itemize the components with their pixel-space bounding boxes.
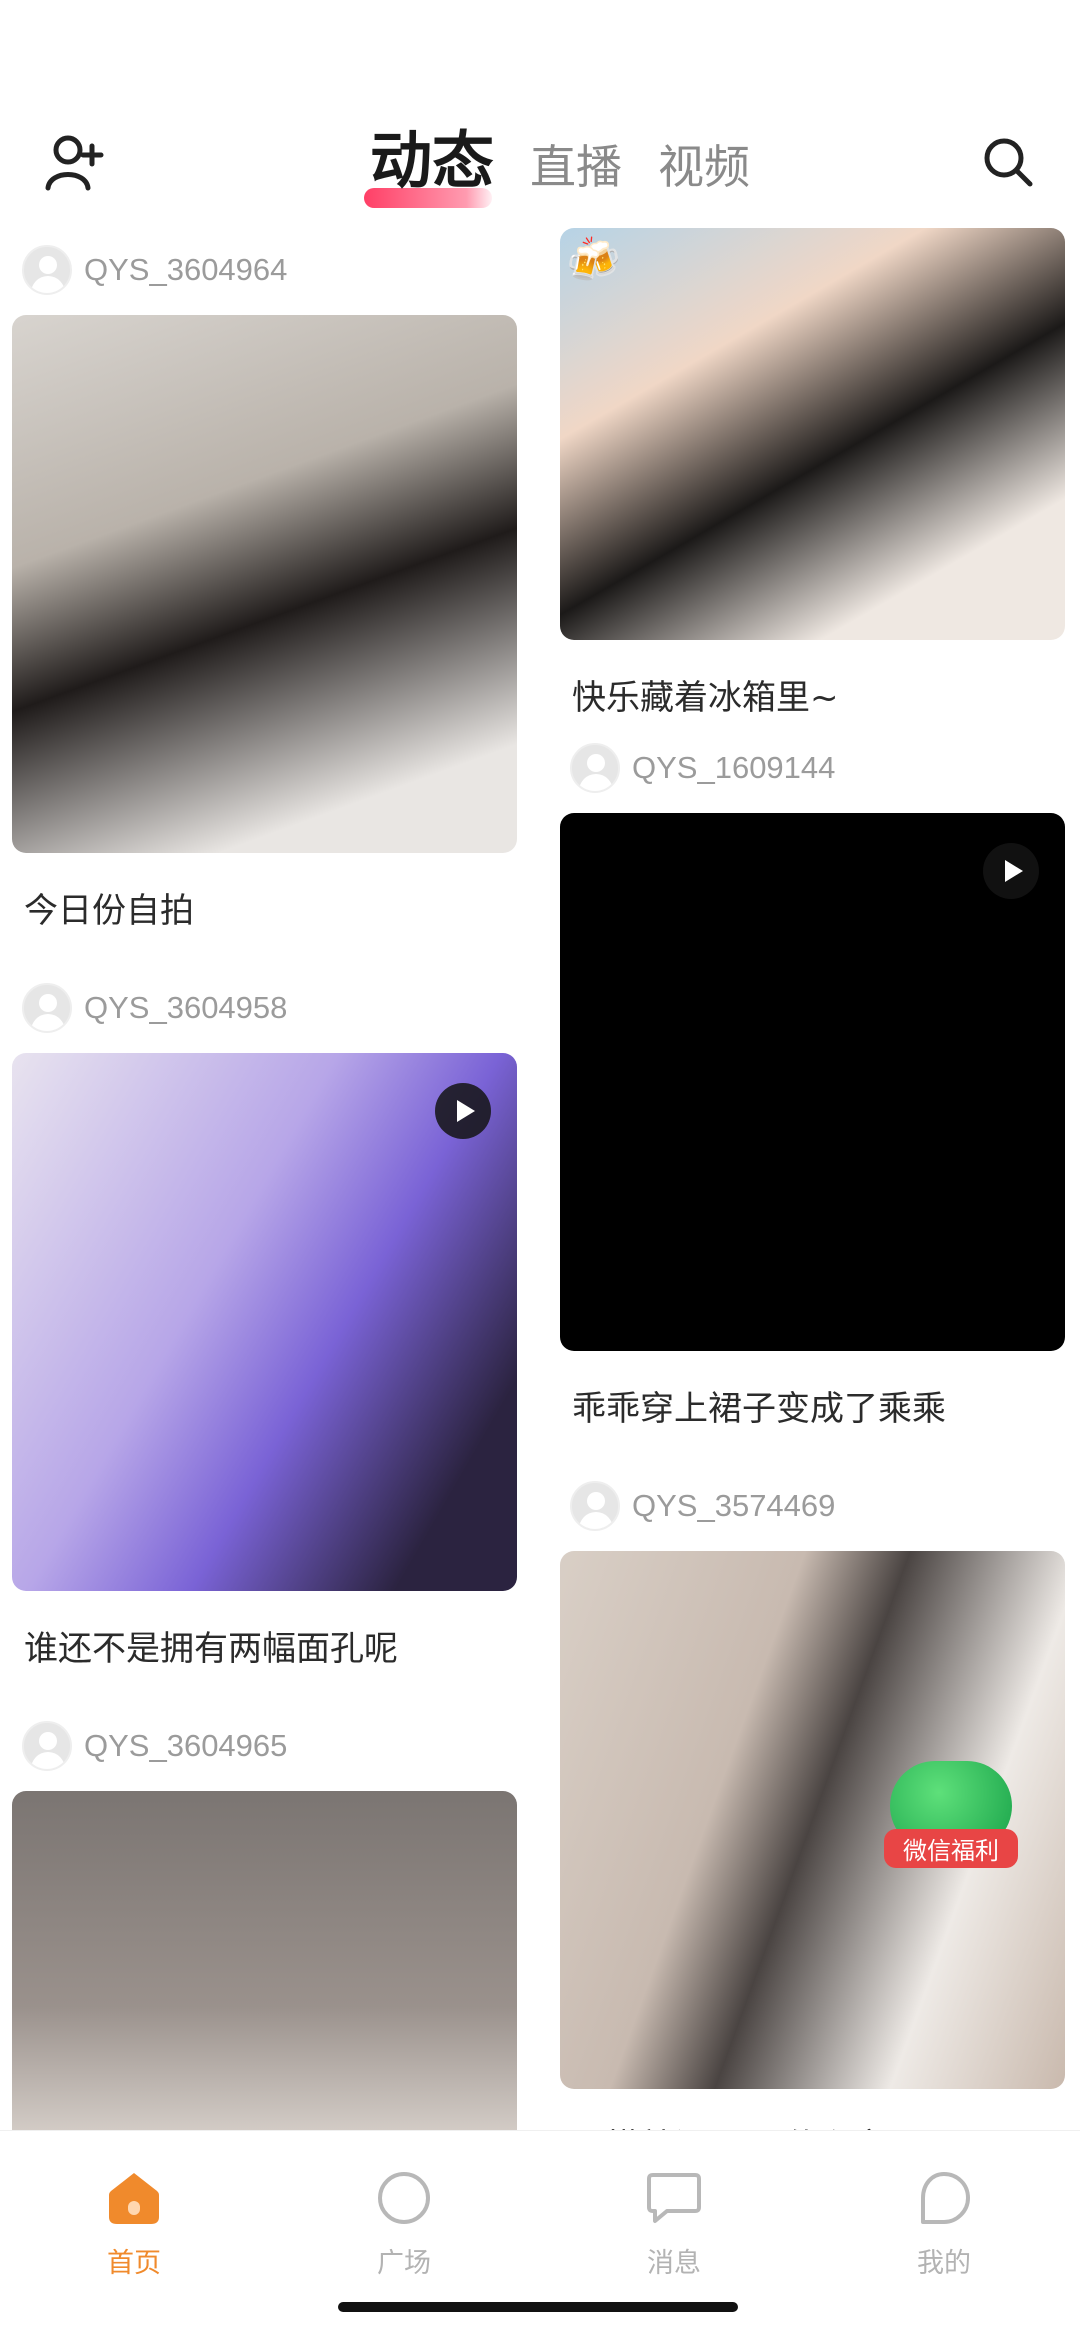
avatar [22,983,72,1033]
post-card[interactable]: QYS_3604964 今日份自拍 [12,225,517,963]
post-card[interactable]: QYS_1609144 乖乖穿上裙子变成了乘乘 [560,723,1065,1461]
play-icon [435,1083,491,1139]
author-name: QYS_3574469 [632,1488,836,1523]
avatar [22,245,72,295]
profile-icon [921,2172,970,2224]
nav-home[interactable]: 首页 [54,2169,214,2280]
post-caption: 快乐藏着冰箱里~ [572,678,839,718]
author-name: QYS_1609144 [632,750,836,785]
post-image[interactable] [12,1791,517,2130]
author-name: QYS_3604958 [84,990,288,1025]
feed-column-right: 🍻 快乐藏着冰箱里~ QYS_1609144 乖乖穿上裙子变成了乘乘 QYS_3… [560,225,1065,2130]
avatar [22,1721,72,1771]
play-icon [983,843,1039,899]
beer-emoji-icon: 🍻 [566,235,621,286]
top-tabs: 动态 直播 视频 [363,118,786,208]
post-author[interactable]: QYS_3604964 [12,225,517,315]
post-caption: 乖乖穿上裙子变成了乘乘 [572,1389,946,1429]
add-user-icon[interactable] [44,132,106,194]
circle-icon [378,2172,430,2224]
search-icon[interactable] [980,134,1036,190]
author-name: QYS_3604964 [84,252,288,287]
post-card[interactable]: 🍻 快乐藏着冰箱里~ [560,228,1065,723]
post-caption: 谁还不是拥有两幅面孔呢 [24,1629,398,1669]
nav-profile[interactable]: 我的 [864,2169,1024,2280]
feed-column-left: QYS_3604964 今日份自拍 QYS_3604958 谁还不是拥有两幅面孔… [12,225,517,2130]
top-header: 动态 直播 视频 [0,0,1080,225]
post-card[interactable]: QYS_3604958 谁还不是拥有两幅面孔呢 [12,963,517,1701]
message-icon [647,2173,701,2223]
tab-video[interactable]: 视频 [658,144,750,208]
home-indicator[interactable] [338,2302,738,2312]
post-image[interactable] [12,315,517,853]
wechat-welfare-badge[interactable]: 微信福利 [884,1761,1018,1868]
post-author[interactable]: QYS_3574469 [560,1461,1065,1551]
post-card[interactable]: QYS_3604965 [12,1701,517,2130]
tab-dynamic[interactable]: 动态 [363,130,494,208]
post-author[interactable]: QYS_1609144 [560,723,1065,813]
post-image[interactable]: 🍻 [560,228,1065,640]
post-caption: 今日份自拍 [24,891,194,931]
post-image[interactable]: 微信福利 [560,1551,1065,2089]
post-author[interactable]: QYS_3604958 [12,963,517,1053]
post-video[interactable] [12,1053,517,1591]
avatar [570,1481,620,1531]
feed: QYS_3604964 今日份自拍 QYS_3604958 谁还不是拥有两幅面孔… [0,225,1080,2130]
post-card[interactable]: QYS_3574469 微信福利 不懂就问T1是什么意思 [560,1461,1065,2130]
post-video[interactable] [560,813,1065,1351]
post-caption: 不懂就问T1是什么意思 [560,2089,1065,2130]
home-icon [109,2173,159,2224]
nav-plaza[interactable]: 广场 [324,2169,484,2280]
tab-live[interactable]: 直播 [530,144,622,208]
author-name: QYS_3604965 [84,1728,288,1763]
nav-messages[interactable]: 消息 [594,2169,754,2280]
avatar [570,743,620,793]
post-author[interactable]: QYS_3604965 [12,1701,517,1791]
